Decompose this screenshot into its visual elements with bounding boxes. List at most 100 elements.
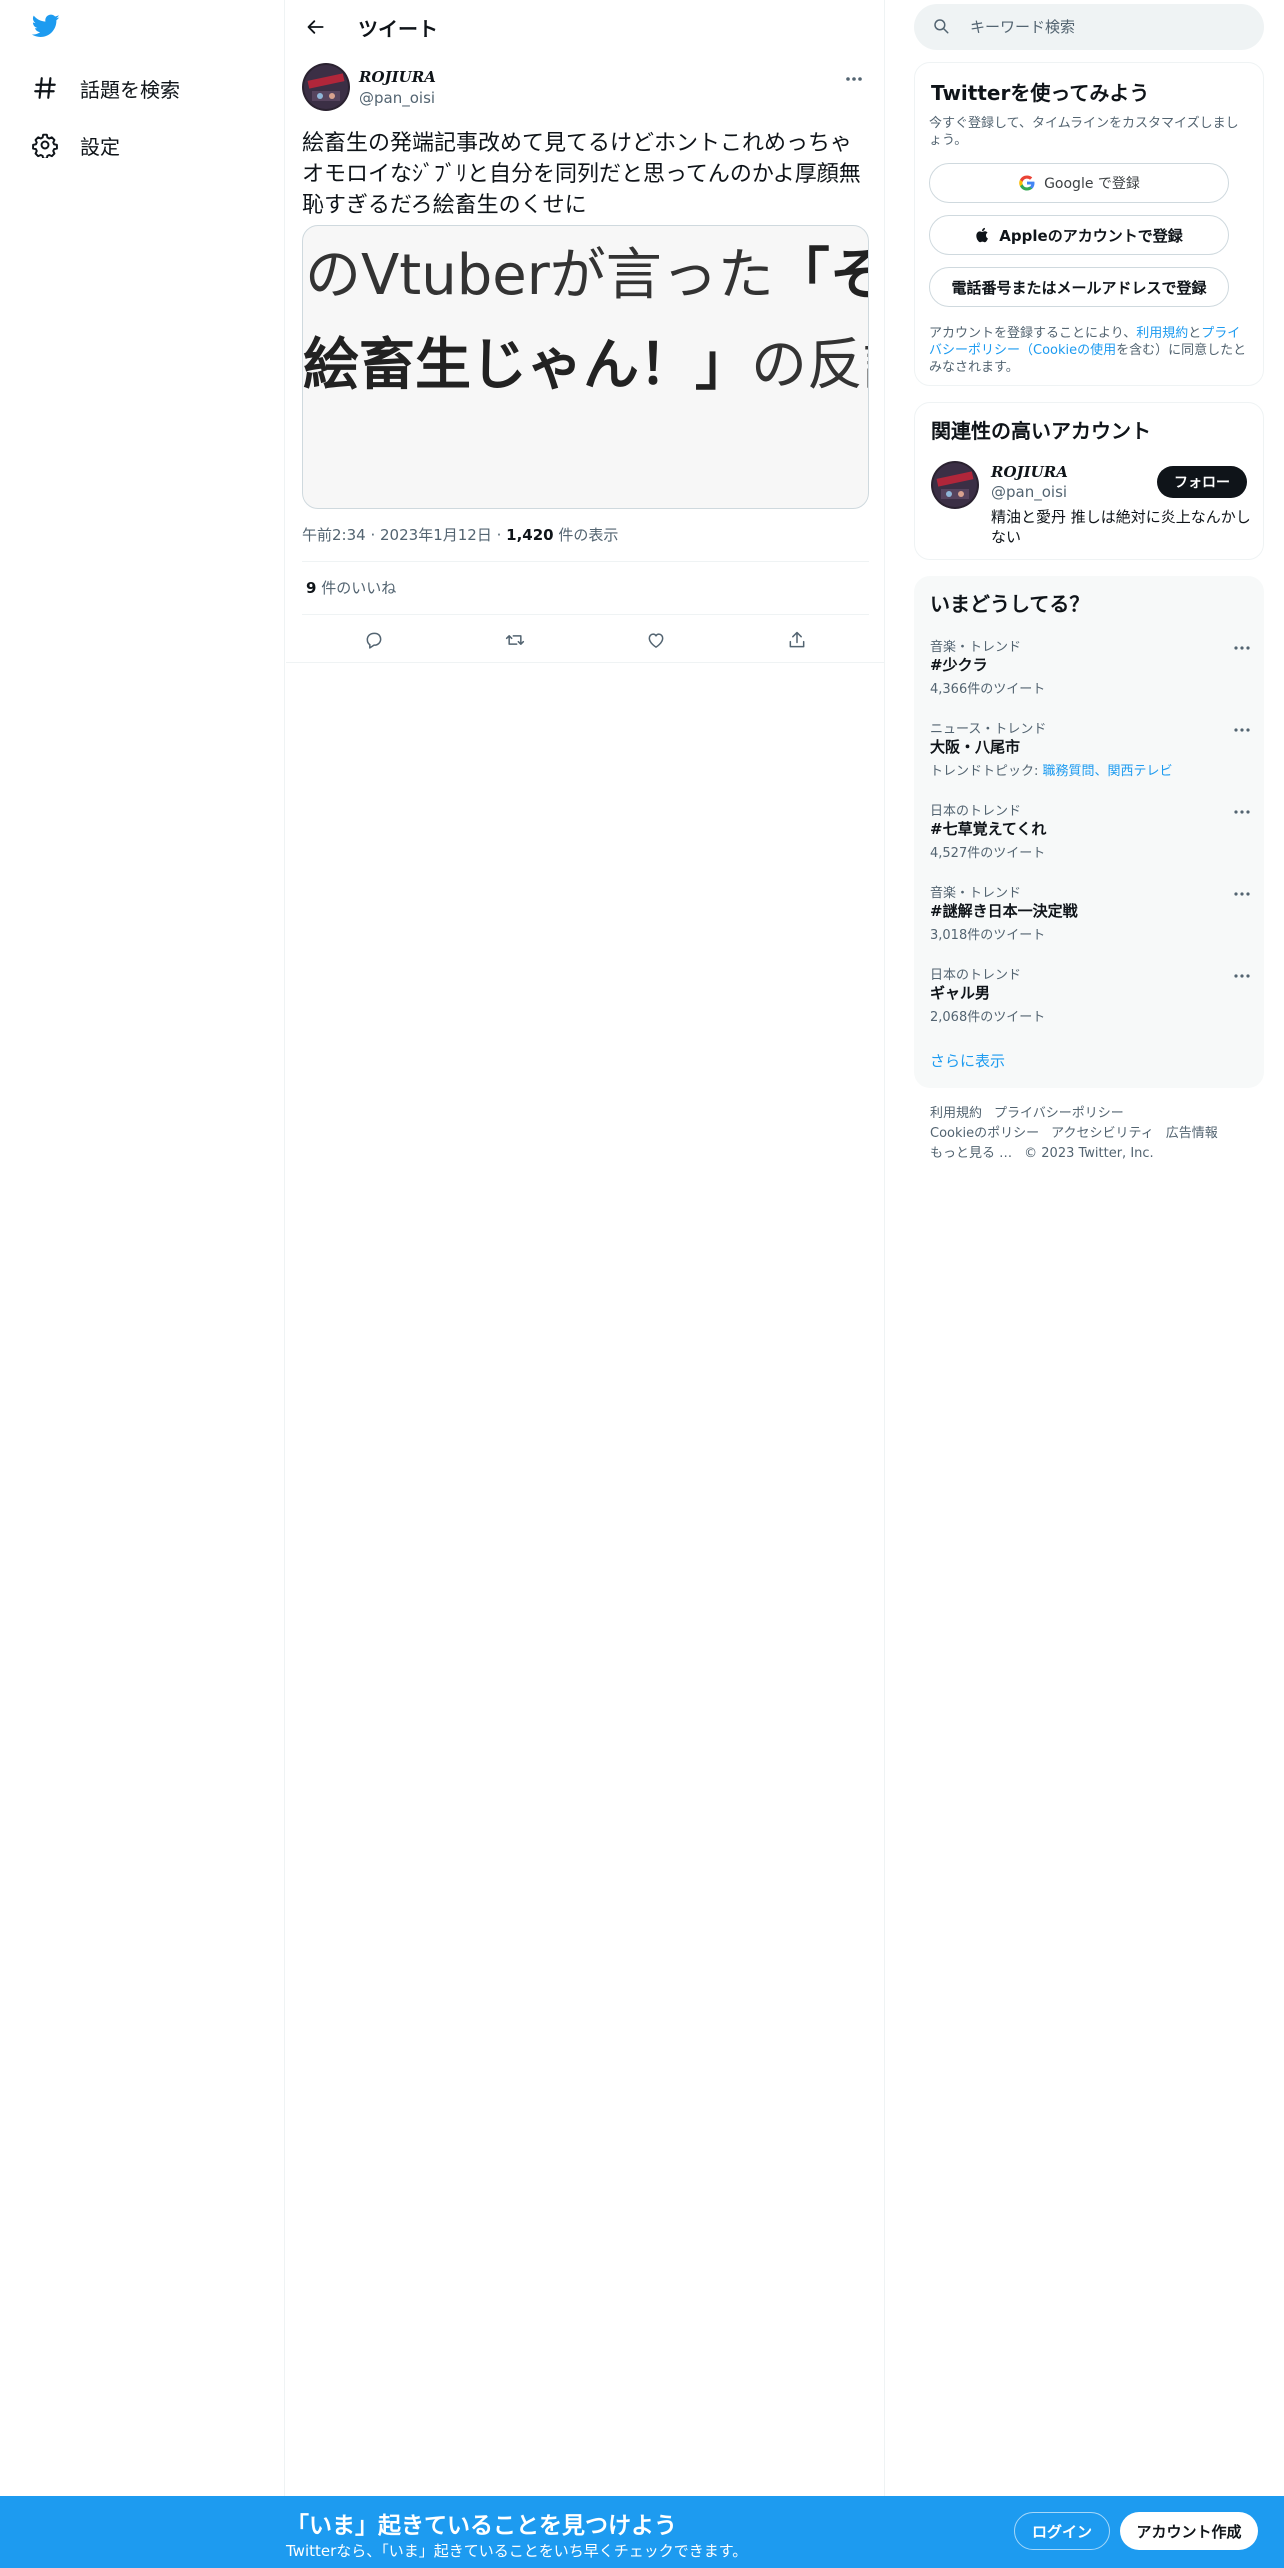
divider — [302, 561, 869, 562]
footer-link-cookies[interactable]: Cookieのポリシー — [930, 1126, 1039, 1141]
trend-name: #七草覚えてくれ — [930, 820, 1047, 838]
search-box[interactable] — [914, 4, 1264, 50]
phone-email-signup-label: 電話番号またはメールアドレスで登録 — [951, 278, 1207, 297]
footer-link-accessibility[interactable]: アクセシビリティ — [1051, 1126, 1154, 1141]
apple-signup-button[interactable]: Appleのアカウントで登録 — [929, 215, 1229, 255]
tweet-metadata: 午前2:34 · 2023年1月12日 · 1,420 件の表示 — [302, 524, 618, 545]
search-input[interactable] — [970, 14, 1240, 40]
author-name[interactable]: ROJIURA — [359, 68, 436, 86]
reply-icon[interactable] — [357, 623, 391, 657]
footer-link-ads-info[interactable]: 広告情報 — [1166, 1126, 1218, 1141]
google-logo-icon — [1018, 174, 1036, 192]
media-text-line-1: のVtuberが言った「そん — [305, 236, 868, 316]
trend-category: 音楽・トレンド — [930, 640, 1022, 655]
share-icon[interactable] — [780, 623, 814, 657]
google-signup-label: Google で登録 — [1044, 176, 1140, 192]
media-text-regular: のVtuberが言った — [305, 243, 774, 308]
likes-summary[interactable]: 9 件のいいね — [306, 577, 396, 598]
twitter-bird-icon[interactable] — [30, 12, 68, 46]
tweet-text: 絵畜生の発端記事改めて見てるけどホントこれめっちゃオモロイなｼﾞﾌﾞﾘと自分を同… — [302, 131, 861, 218]
separator-dot: · — [496, 526, 507, 544]
trend-topics: トレンドトピック: 職務質問、関西テレビ — [930, 760, 1173, 779]
trend-topic-separator: 、 — [1094, 764, 1108, 779]
trend-category: ニュース・トレンド — [930, 722, 1047, 737]
login-button[interactable]: ログイン — [1014, 2512, 1110, 2550]
hashtag-icon — [30, 73, 60, 103]
separator-dot: · — [370, 526, 381, 544]
terms-link[interactable]: 利用規約 — [1136, 326, 1188, 341]
trend-tweet-count: 2,068件のツイート — [930, 1010, 1046, 1025]
related-accounts-card: 関連性の高いアカウント ROJIURA @pan_oisi 精油と愛丹 推しは絶… — [914, 402, 1264, 560]
divider — [286, 662, 885, 663]
more-options-icon[interactable] — [1230, 802, 1254, 822]
apple-signup-label: Appleのアカウントで登録 — [999, 226, 1183, 245]
avatar[interactable] — [931, 461, 979, 509]
trend-tweet-count: 4,527件のツイート — [930, 846, 1046, 861]
retweet-icon[interactable] — [498, 623, 532, 657]
trend-item[interactable]: ニュース・トレンド 大阪・八尾市 トレンドトピック: 職務質問、関西テレビ — [930, 718, 1250, 792]
nav-item-label: 設定 — [80, 134, 120, 159]
footer-link-more[interactable]: もっと見る … — [930, 1146, 1012, 1161]
search-icon — [932, 17, 952, 37]
likes-label: 件のいいね — [316, 579, 397, 597]
media-text-bold: 絵畜生じゃん！」 — [303, 333, 751, 398]
trend-tweet-count: 4,366件のツイート — [930, 682, 1046, 697]
trends-card: いまどうしてる？ 音楽・トレンド #少クラ 4,366件のツイート ニュース・ト… — [914, 576, 1264, 1088]
gear-icon — [30, 130, 60, 160]
tweet: ROJIURA @pan_oisi 絵畜生の発端記事改めて見てるけどホントこれめ… — [302, 62, 869, 649]
create-account-button[interactable]: アカウント作成 — [1120, 2512, 1258, 2550]
signup-card-title: Twitterを使ってみよう — [931, 81, 1150, 105]
page-header: ツイート — [286, 0, 885, 54]
bottom-signup-bar: 「いま」起きていることを見つけよう Twitterなら、「いま」起きていることを… — [0, 2496, 1284, 2568]
more-options-icon[interactable] — [1230, 966, 1254, 986]
tweet-media-image[interactable]: のVtuberが言った「そん 絵畜生じゃん！」の反誤 — [302, 225, 869, 509]
signup-card: Twitterを使ってみよう 今すぐ登録して、タイムラインをカスタマイズしましょ… — [914, 62, 1264, 386]
trend-name: 大阪・八尾市 — [930, 738, 1021, 756]
more-options-icon[interactable] — [839, 64, 869, 94]
main-column: ツイート ROJIURA @pan_oisi 絵畜生の発端記事改めて見てるけどホ… — [286, 0, 885, 2568]
views-count: 1,420 — [506, 526, 554, 544]
media-text-line-2: 絵畜生じゃん！」の反誤 — [303, 326, 868, 406]
nav-item-label: 話題を検索 — [80, 77, 180, 102]
nav-item-settings[interactable]: 設定 — [30, 123, 120, 167]
terms-text: と — [1188, 326, 1202, 341]
footer-link-privacy[interactable]: プライバシーポリシー — [994, 1106, 1124, 1121]
footer-link-terms[interactable]: 利用規約 — [930, 1106, 982, 1121]
tweet-time[interactable]: 午前2:34 — [302, 526, 366, 544]
views-label: 件の表示 — [553, 526, 619, 544]
trend-name: ギャル男 — [930, 984, 991, 1002]
terms-notice: アカウントを登録することにより、利用規約とプライバシーポリシー（Cookieの使… — [929, 325, 1249, 376]
related-account-name[interactable]: ROJIURA — [991, 463, 1068, 481]
author-handle[interactable]: @pan_oisi — [359, 89, 435, 107]
trend-topic-link[interactable]: 関西テレビ — [1108, 764, 1173, 779]
tweet-actions — [302, 615, 869, 663]
show-more-link[interactable]: さらに表示 — [930, 1050, 1005, 1071]
terms-text: アカウントを登録することにより、 — [929, 326, 1137, 341]
page-title: ツイート — [358, 17, 438, 41]
more-options-icon[interactable] — [1230, 720, 1254, 740]
footer-links: 利用規約 プライバシーポリシー Cookieのポリシー アクセシビリティ 広告情報 も… — [930, 1104, 1260, 1164]
trend-item[interactable]: 日本のトレンド ギャル男 2,068件のツイート — [930, 964, 1250, 1038]
trend-category: 日本のトレンド — [930, 804, 1022, 819]
tweet-date[interactable]: 2023年1月12日 — [380, 526, 492, 544]
back-arrow-icon[interactable] — [300, 11, 332, 43]
avatar[interactable] — [302, 63, 350, 111]
trend-topic-link[interactable]: 職務質問 — [1043, 764, 1095, 779]
like-icon[interactable] — [639, 623, 673, 657]
follow-button[interactable]: フォロー — [1157, 466, 1247, 498]
media-text-bold: 「そん — [773, 243, 868, 308]
trend-item[interactable]: 日本のトレンド #七草覚えてくれ 4,527件のツイート — [930, 800, 1250, 874]
more-options-icon[interactable] — [1230, 638, 1254, 658]
trend-item[interactable]: 音楽・トレンド #少クラ 4,366件のツイート — [930, 636, 1250, 710]
related-card-title: 関連性の高いアカウント — [931, 419, 1151, 443]
trend-item[interactable]: 音楽・トレンド #謎解き日本一決定戦 3,018件のツイート — [930, 882, 1250, 956]
google-signup-button[interactable]: Google で登録 — [929, 163, 1229, 203]
related-account-handle[interactable]: @pan_oisi — [991, 483, 1067, 501]
tweet-author: ROJIURA @pan_oisi — [302, 62, 869, 114]
media-text-regular: の反誤 — [751, 333, 868, 398]
phone-email-signup-button[interactable]: 電話番号またはメールアドレスで登録 — [929, 267, 1229, 307]
bottom-bar-title: 「いま」起きていることを見つけよう — [286, 2513, 677, 2539]
more-options-icon[interactable] — [1230, 884, 1254, 904]
apple-logo-icon — [975, 226, 991, 244]
nav-item-explore[interactable]: 話題を検索 — [30, 66, 180, 110]
